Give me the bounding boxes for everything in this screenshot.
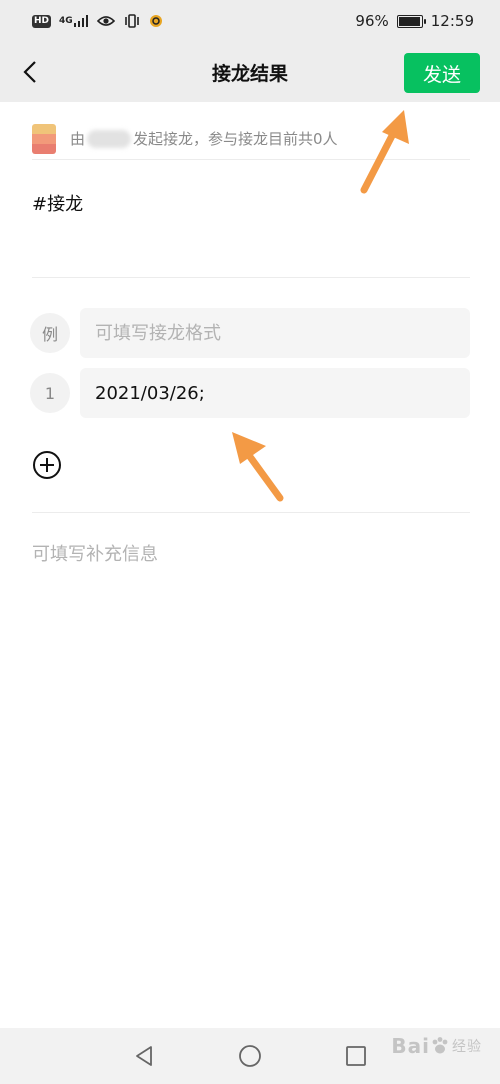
triangle-back-icon (136, 1046, 152, 1066)
supplement-info-input[interactable]: 可填写补充信息 (32, 540, 158, 566)
square-recents-icon (346, 1046, 366, 1066)
baidu-watermark: Bai 经验 (391, 1034, 482, 1058)
example-index: 例 (30, 313, 70, 353)
circle-home-icon (239, 1045, 261, 1067)
divider (32, 512, 470, 513)
topic-hashtag[interactable]: #接龙 (32, 190, 83, 216)
entry-index: 1 (30, 373, 70, 413)
watermark-suffix: 经验 (452, 1039, 482, 1055)
watermark-text: Bai (391, 1034, 430, 1058)
eye-icon (96, 15, 115, 27)
battery-icon (396, 14, 426, 28)
initiator-suffix: 发起接龙，参与接龙目前共0人 (133, 130, 338, 148)
add-entry-button[interactable] (32, 450, 62, 480)
initiator-prefix: 由 (70, 130, 86, 148)
system-home-button[interactable] (236, 1042, 264, 1070)
battery-percent: 96% (355, 12, 389, 30)
page-title: 接龙结果 (211, 62, 288, 85)
status-bar: HD 4G 96% 12:59 (0, 0, 500, 42)
initiator-text: 由 发起接龙，参与接龙目前共0人 (70, 128, 338, 149)
hd-badge: HD (32, 14, 52, 28)
back-button[interactable] (12, 54, 48, 90)
clock: 12:59 (430, 12, 474, 30)
signal-icon: 4G (59, 15, 89, 27)
arrow-annotation-icon (232, 432, 284, 502)
arrow-annotation-icon (360, 110, 409, 194)
blurred-username (87, 129, 132, 148)
chevron-left-icon (23, 61, 36, 83)
system-back-button[interactable] (130, 1042, 158, 1070)
system-recents-button[interactable] (342, 1042, 370, 1070)
format-example-input[interactable] (80, 308, 470, 358)
app-notification-icon (149, 14, 163, 28)
divider (32, 277, 470, 278)
vibrate-icon (123, 14, 141, 28)
plus-circle-icon (33, 451, 61, 479)
avatar (32, 123, 56, 154)
send-button[interactable]: 发送 (404, 53, 480, 93)
network-label: 4G (59, 16, 73, 26)
nav-bar: 接龙结果 发送 (0, 42, 500, 102)
paw-icon (432, 1037, 448, 1054)
entry-input[interactable] (80, 368, 470, 418)
